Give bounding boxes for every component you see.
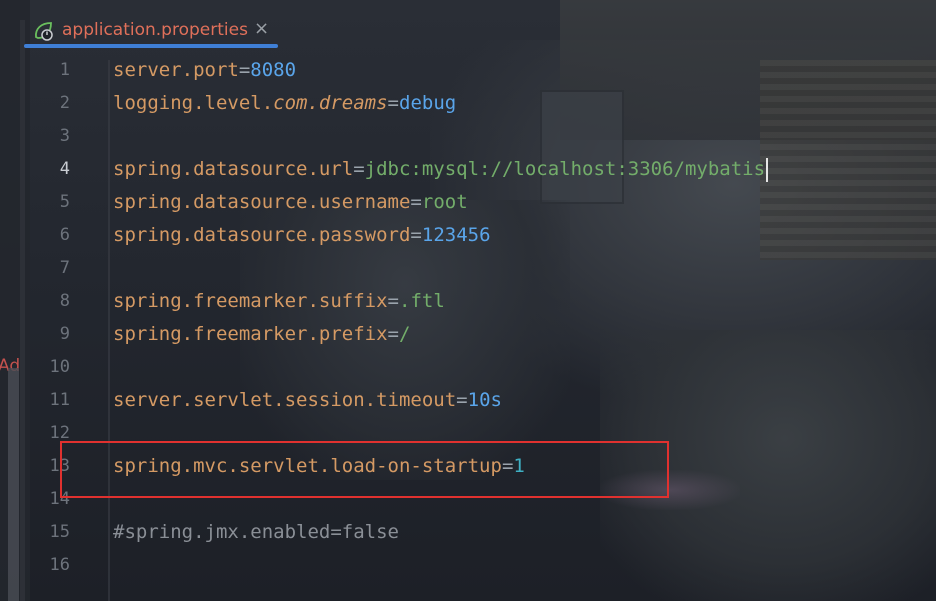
line-number: 5 [59,192,70,212]
equals-sign: = [456,389,468,411]
equals-sign: = [387,323,399,345]
active-tab-indicator [24,44,278,48]
property-key: spring.datasource.password [113,224,411,246]
code-text[interactable]: spring.datasource.username=root [113,186,468,219]
property-key: spring.datasource.username [113,191,411,213]
line-number: 8 [59,291,70,311]
line-number: 11 [49,390,70,410]
property-key: spring.freemarker.prefix [113,323,388,345]
line-number: 2 [59,93,70,113]
equals-sign: = [353,158,365,180]
property-key-package: com.dreams [273,92,388,114]
equals-sign: = [410,191,422,213]
code-text[interactable]: spring.datasource.url=jdbc:mysql://local… [113,153,769,186]
code-text[interactable]: server.port=8080 [113,54,296,87]
code-line[interactable]: 11 server.servlet.session.timeout=10s [0,384,936,417]
code-line[interactable]: 5 spring.datasource.username=root [0,186,936,219]
property-value: / [399,323,411,345]
code-line[interactable]: 4 spring.datasource.url=jdbc:mysql://loca… [0,153,936,186]
code-line[interactable]: 1 server.port=8080 [0,54,936,87]
code-text[interactable]: #spring.jmx.enabled=false [113,516,399,549]
equals-sign: = [410,224,422,246]
code-text[interactable]: spring.freemarker.suffix=.ftl [113,285,445,318]
code-line[interactable]: 9 spring.freemarker.prefix=/ [0,318,936,351]
code-text[interactable]: logging.level.com.dreams=debug [113,87,456,120]
equals-sign: = [238,59,251,81]
comment-text: #spring.jmx.enabled=false [113,521,399,543]
code-text[interactable]: spring.freemarker.prefix=/ [113,318,410,351]
property-value: root [421,191,468,213]
code-line[interactable]: 16 [0,549,936,582]
property-value: .ftl [399,290,445,312]
line-number: 7 [59,258,70,278]
equals-sign: = [387,92,399,114]
code-line[interactable]: 10 [0,351,936,384]
line-number: 9 [59,324,70,344]
line-number: 16 [49,555,70,575]
property-key: server.port [113,59,239,81]
code-line[interactable]: 7 [0,252,936,285]
line-number: 10 [49,357,70,377]
property-value: 123456 [421,224,491,246]
code-line[interactable]: 2 logging.level.com.dreams=debug [0,87,936,120]
editor-tab-bar: application.properties × [0,0,936,52]
property-value: jdbc:mysql://localhost:3306/mybatis [364,158,766,180]
code-line[interactable]: 3 [0,120,936,153]
code-text[interactable]: server.servlet.session.timeout=10s [113,384,502,417]
line-number: 6 [59,225,70,245]
spring-leaf-icon [32,20,54,42]
line-number: 4 [59,159,70,179]
tab-label: application.properties [62,20,248,40]
close-icon[interactable]: × [254,18,269,39]
highlight-box [60,441,669,498]
code-line[interactable]: 6 spring.datasource.password=123456 [0,219,936,252]
line-number: 1 [59,60,70,80]
code-line[interactable]: 15 #spring.jmx.enabled=false [0,516,936,549]
property-value: 8080 [250,59,297,81]
property-key: logging.level. [113,92,274,114]
text-caret [766,157,769,182]
property-value: 10s [467,389,502,411]
code-text[interactable]: spring.datasource.password=123456 [113,219,491,252]
line-number: 15 [49,522,70,542]
property-key: spring.datasource.url [113,158,354,180]
line-number: 3 [59,126,70,146]
code-line[interactable]: 8 spring.freemarker.suffix=.ftl [0,285,936,318]
property-key: server.servlet.session.timeout [113,389,457,411]
property-value: debug [399,92,457,114]
equals-sign: = [387,290,399,312]
property-key: spring.freemarker.suffix [113,290,388,312]
